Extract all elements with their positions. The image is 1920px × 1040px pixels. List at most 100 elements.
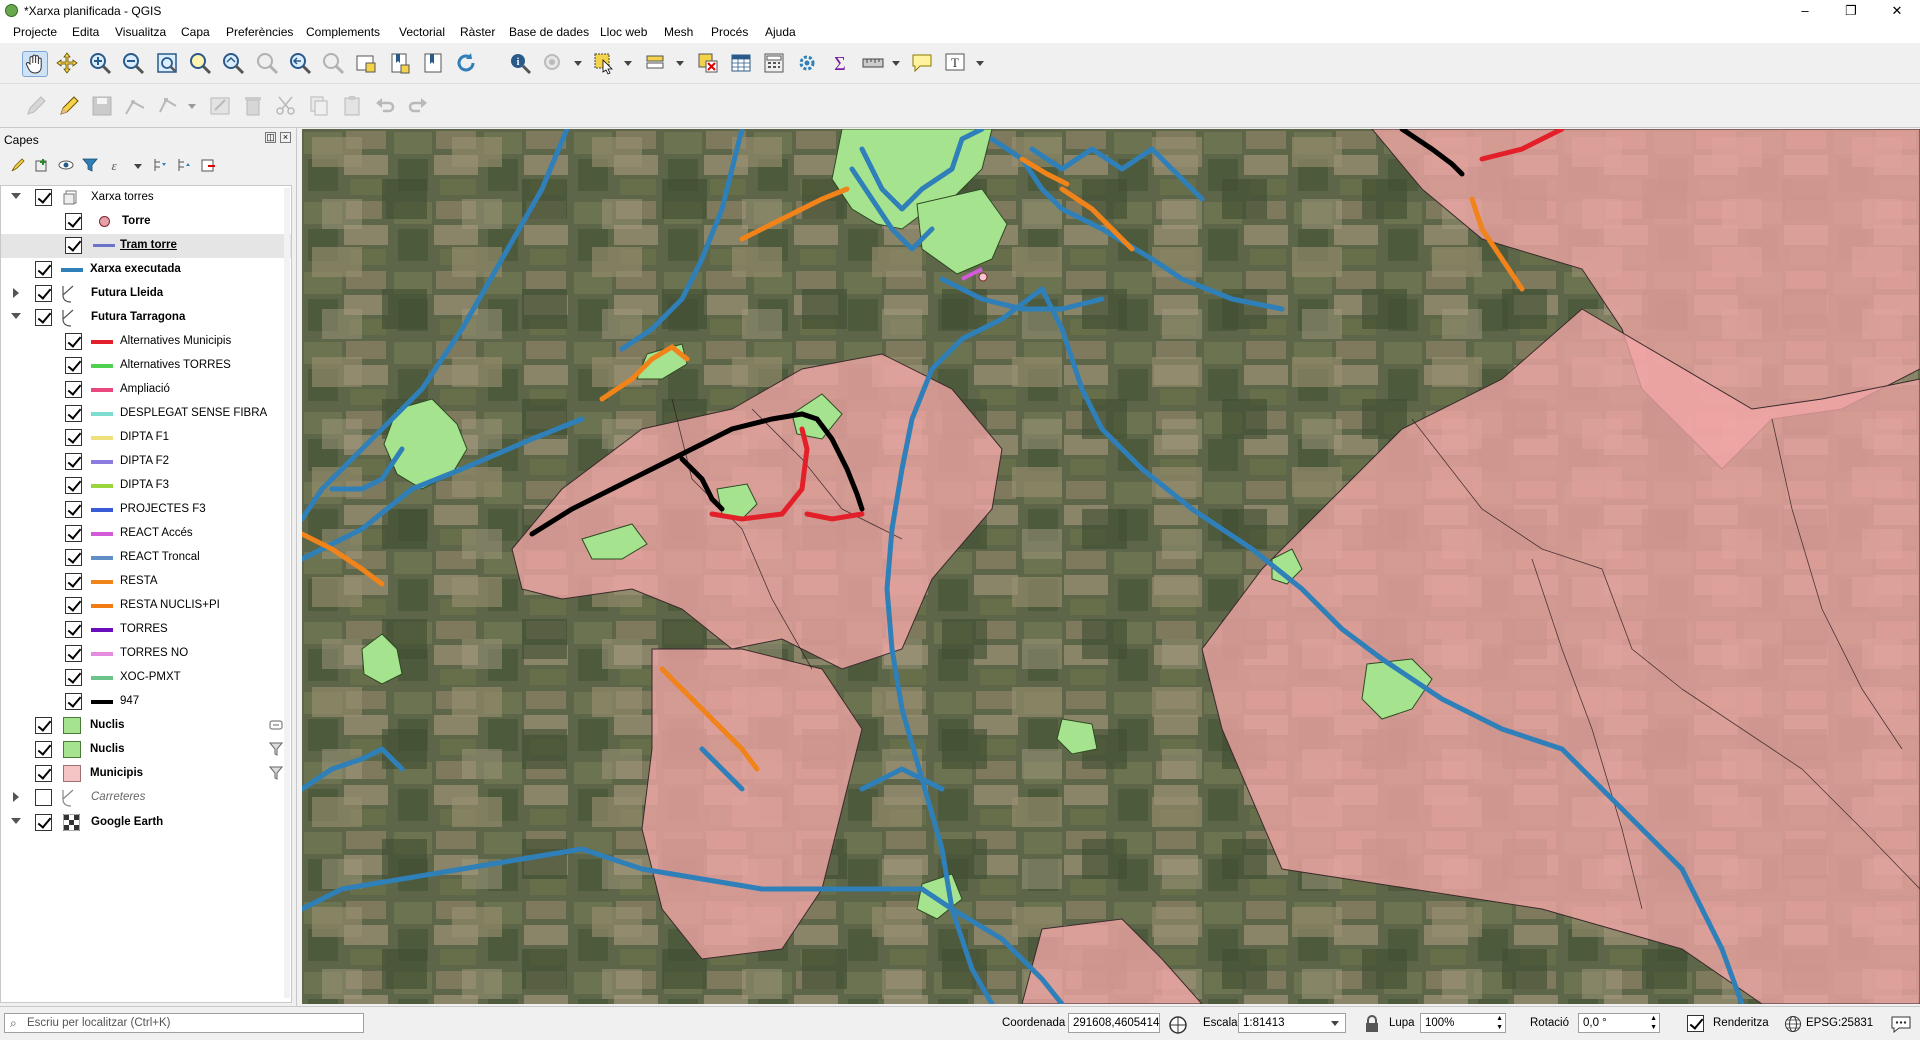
messages-icon[interactable] — [1890, 1014, 1912, 1034]
layer-visibility-checkbox[interactable] — [35, 789, 52, 806]
show-bookmarks-icon[interactable] — [421, 51, 445, 75]
embedded-layer-icon[interactable] — [269, 718, 283, 732]
layer-visibility-checkbox[interactable] — [35, 285, 52, 302]
text-annotation-icon[interactable]: T — [943, 51, 967, 75]
vertex-tool-icon[interactable] — [156, 94, 180, 118]
redo-icon[interactable] — [406, 94, 430, 118]
zoom-out-icon[interactable] — [121, 51, 145, 75]
refresh-icon[interactable] — [454, 51, 478, 75]
expand-arrow-icon[interactable] — [13, 792, 19, 802]
close-button[interactable]: ✕ — [1874, 0, 1920, 22]
minimize-button[interactable]: – — [1782, 0, 1828, 22]
map-canvas[interactable] — [302, 129, 1920, 1004]
menu-edita[interactable]: Edita — [72, 25, 99, 39]
action-dropdown-icon[interactable] — [574, 61, 582, 66]
new-map-view-icon[interactable] — [354, 51, 378, 75]
zoom-to-selection-icon[interactable] — [188, 51, 212, 75]
rule-row-dipta-f1[interactable]: DIPTA F1 — [1, 426, 291, 450]
menu-preferencies[interactable]: Preferències — [226, 25, 293, 39]
rule-visibility-checkbox[interactable] — [65, 645, 82, 662]
rule-row-resta[interactable]: RESTA — [1, 570, 291, 594]
measure-icon[interactable] — [861, 51, 885, 75]
rule-visibility-checkbox[interactable] — [65, 477, 82, 494]
layer-row-torre[interactable]: Torre — [1, 210, 291, 234]
scale-dropdown-icon[interactable] — [1331, 1021, 1339, 1026]
layer-visibility-checkbox[interactable] — [35, 814, 52, 831]
select-features-icon[interactable] — [592, 51, 616, 75]
rule-row-projectes-f3[interactable]: PROJECTES F3 — [1, 498, 291, 522]
rule-visibility-checkbox[interactable] — [65, 429, 82, 446]
collapse-arrow-icon[interactable] — [11, 313, 21, 319]
rule-visibility-checkbox[interactable] — [65, 357, 82, 374]
layer-row-municipis[interactable]: Municipis — [1, 762, 291, 786]
vertex-dropdown-icon[interactable] — [188, 104, 196, 109]
menu-base-de-dades[interactable]: Base de dades — [509, 25, 589, 39]
pan-to-selection-icon[interactable] — [55, 51, 79, 75]
layer-row-google-earth[interactable]: Google Earth — [1, 811, 291, 835]
layer-row-tram-torre[interactable]: Tram torre — [1, 234, 291, 258]
filter-icon[interactable] — [268, 766, 284, 780]
close-panel-icon[interactable]: × — [280, 132, 291, 143]
digitize-icon[interactable] — [123, 94, 147, 118]
paste-features-icon[interactable] — [340, 94, 364, 118]
rule-row-dipta-f2[interactable]: DIPTA F2 — [1, 450, 291, 474]
rule-row-desplegat-sense-fibra[interactable]: DESPLEGAT SENSE FIBRA — [1, 402, 291, 426]
rotation-spinner-icon[interactable]: ▲ ▼ — [1650, 1014, 1657, 1032]
manage-map-themes-icon[interactable] — [58, 157, 74, 173]
attribute-table-icon[interactable] — [729, 51, 753, 75]
coordinate-toggle-icon[interactable] — [1168, 1015, 1188, 1035]
save-edits-icon[interactable] — [90, 94, 114, 118]
layer-visibility-checkbox[interactable] — [35, 309, 52, 326]
menu-capa[interactable]: Capa — [181, 25, 210, 39]
filter-icon[interactable] — [268, 742, 284, 756]
rule-visibility-checkbox[interactable] — [65, 333, 82, 350]
map-tips-icon[interactable] — [910, 51, 934, 75]
coordinate-field[interactable]: 291608,4605414 — [1068, 1013, 1160, 1033]
rule-row-alternatives-municipis[interactable]: Alternatives Municipis — [1, 330, 291, 354]
layer-row-xarxa-executada[interactable]: Xarxa executada — [1, 258, 291, 282]
magnifier-field[interactable]: 100% ▲ ▼ — [1420, 1013, 1506, 1033]
rule-visibility-checkbox[interactable] — [65, 597, 82, 614]
rule-row-react-troncal[interactable]: REACT Troncal — [1, 546, 291, 570]
layer-visibility-checkbox[interactable] — [35, 741, 52, 758]
layer-row-nuclis[interactable]: Nuclis — [1, 714, 291, 738]
deselect-icon[interactable] — [696, 51, 720, 75]
expand-arrow-icon[interactable] — [13, 288, 19, 298]
menu-raster[interactable]: Ràster — [460, 25, 495, 39]
filter-expression-icon[interactable]: ε — [106, 157, 122, 173]
maximize-button[interactable]: ❐ — [1828, 0, 1874, 22]
cut-features-icon[interactable] — [274, 94, 298, 118]
zoom-in-icon[interactable] — [88, 51, 112, 75]
layer-row-carreteres[interactable]: Carreteres — [1, 786, 291, 810]
rule-visibility-checkbox[interactable] — [65, 453, 82, 470]
rule-visibility-checkbox[interactable] — [65, 621, 82, 638]
zoom-next-icon[interactable] — [321, 51, 345, 75]
copy-features-icon[interactable] — [307, 94, 331, 118]
float-panel-icon[interactable]: ◫ — [265, 132, 276, 143]
rotation-field[interactable]: 0,0 ° ▲ ▼ — [1578, 1013, 1660, 1033]
layer-row-futura-tarragona[interactable]: Futura Tarragona — [1, 306, 291, 330]
select-dropdown-icon[interactable] — [624, 61, 632, 66]
modify-attributes-icon[interactable] — [208, 94, 232, 118]
layer-row-futura-lleida[interactable]: Futura Lleida — [1, 282, 291, 306]
rule-row-react-acces[interactable]: REACT Accés — [1, 522, 291, 546]
layer-tree-scrollbar[interactable] — [284, 188, 290, 998]
undo-icon[interactable] — [373, 94, 397, 118]
filter-expression-dropdown-icon[interactable] — [134, 164, 142, 169]
zoom-last-icon[interactable] — [288, 51, 312, 75]
locate-bar[interactable]: ⌕ Escriu per localitzar (Ctrl+K) — [4, 1013, 364, 1033]
rule-row-resta-nuclis-pi[interactable]: RESTA NUCLIS+PI — [1, 594, 291, 618]
layer-visibility-checkbox[interactable] — [35, 717, 52, 734]
rule-visibility-checkbox[interactable] — [65, 525, 82, 542]
current-edits-icon[interactable] — [24, 94, 48, 118]
add-group-icon[interactable] — [34, 157, 50, 173]
lock-scale-icon[interactable] — [1364, 1015, 1380, 1033]
rule-row-torres[interactable]: TORRES — [1, 618, 291, 642]
layer-visibility-checkbox[interactable] — [35, 261, 52, 278]
new-bookmark-icon[interactable] — [388, 51, 412, 75]
rule-row-alternatives-torres[interactable]: Alternatives TORRES — [1, 354, 291, 378]
layer-styling-icon[interactable] — [10, 157, 26, 173]
rule-row-xoc-pmxt[interactable]: XOC-PMXT — [1, 666, 291, 690]
menu-proces[interactable]: Procés — [711, 25, 748, 39]
rule-visibility-checkbox[interactable] — [65, 501, 82, 518]
